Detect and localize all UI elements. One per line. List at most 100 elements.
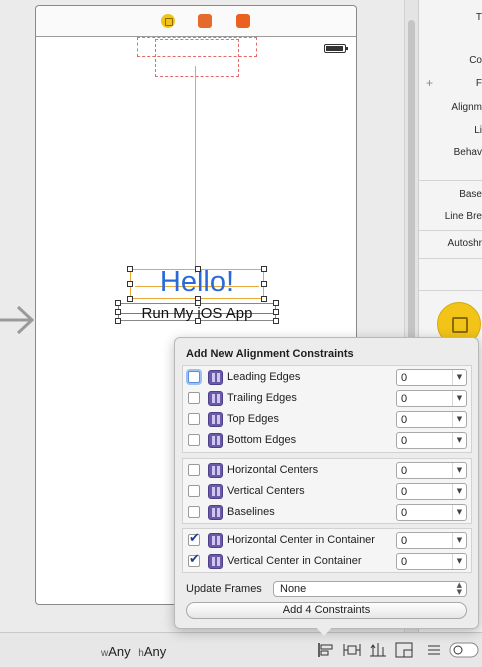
chevron-down-icon[interactable]: ▼ xyxy=(452,484,466,499)
view-controller-icon[interactable] xyxy=(161,14,175,28)
exit-icon[interactable] xyxy=(236,14,250,28)
misplaced-frame-outline xyxy=(155,39,239,77)
top-edges-value-combo[interactable]: 0 ▼ xyxy=(396,411,467,428)
combo-value: 0 xyxy=(401,507,408,519)
trailing-edges-value-combo[interactable]: 0 ▼ xyxy=(396,390,467,407)
vertical-center-in-container-value-combo[interactable]: 0 ▼ xyxy=(396,553,467,570)
baselines-checkbox[interactable] xyxy=(188,506,200,518)
resize-handle[interactable] xyxy=(261,266,267,272)
divider xyxy=(419,180,482,181)
resize-handle[interactable] xyxy=(261,281,267,287)
bottom-edges-row[interactable]: Bottom Edges 0 ▼ xyxy=(183,430,473,451)
horizontal-center-in-container-value-combo[interactable]: 0 ▼ xyxy=(396,532,467,549)
list-view-icon[interactable] xyxy=(425,642,443,658)
add-variation-icon[interactable]: + xyxy=(426,76,433,90)
horizontal-centers-checkbox[interactable] xyxy=(188,464,200,476)
leading-edges-row[interactable]: Leading Edges 0 ▼ xyxy=(183,367,473,388)
bottom-edges-checkbox[interactable] xyxy=(188,434,200,446)
top-edges-row[interactable]: Top Edges 0 ▼ xyxy=(183,409,473,430)
edges-group: Leading Edges 0 ▼ Trailing Edges 0 ▼ Top E… xyxy=(182,365,472,453)
resize-handle[interactable] xyxy=(273,300,279,306)
resize-handle[interactable] xyxy=(127,296,133,302)
vertical-center-in-container-row[interactable]: Vertical Center in Container 0▼ xyxy=(183,551,473,572)
horizontal-center-in-container-checkbox[interactable] xyxy=(188,531,200,546)
alignment-constraints-popover: Add New Alignment Constraints Leading Ed… xyxy=(174,337,479,629)
height-size-class: Any xyxy=(143,644,167,659)
popover-pointer xyxy=(315,626,333,636)
chevron-down-icon[interactable]: ▼ xyxy=(452,554,466,569)
hello-label[interactable]: Hello! xyxy=(127,266,267,302)
first-responder-icon[interactable] xyxy=(198,14,212,28)
trailing-edges-row[interactable]: Trailing Edges 0 ▼ xyxy=(183,388,473,409)
leading-edges-checkbox[interactable] xyxy=(188,371,200,383)
vertical-centers-row[interactable]: Vertical Centers 0 ▼ xyxy=(183,481,473,502)
updown-arrows-icon: ▲ ▼ xyxy=(456,581,462,596)
resize-handle[interactable] xyxy=(195,300,201,306)
trailing-edges-checkbox[interactable] xyxy=(188,392,200,404)
resize-handle[interactable] xyxy=(115,309,121,315)
resize-handle[interactable] xyxy=(127,266,133,272)
popover-title: Add New Alignment Constraints xyxy=(186,348,354,360)
bottom-edges-label: Bottom Edges xyxy=(227,434,297,446)
combo-value: 0 xyxy=(401,535,408,547)
vertical-centers-label: Vertical Centers xyxy=(227,485,305,497)
bottom-toolbar: wAny hAny xyxy=(0,632,482,667)
horizontal-center-in-container-icon xyxy=(208,533,223,548)
trailing-edges-icon xyxy=(208,391,223,406)
top-edges-icon xyxy=(208,412,223,427)
resize-handle[interactable] xyxy=(115,300,121,306)
divider xyxy=(419,258,482,259)
update-frames-select[interactable]: None ▲ ▼ xyxy=(273,581,467,597)
add-constraints-button[interactable]: Add 4 Constraints xyxy=(186,602,467,619)
chevron-down-icon[interactable]: ▼ xyxy=(452,463,466,478)
baselines-row[interactable]: Baselines 0 ▼ xyxy=(183,502,473,523)
resize-handle[interactable] xyxy=(273,309,279,315)
container-group: Horizontal Center in Container 0▼ Vertic… xyxy=(182,528,472,573)
horizontal-center-in-container-row[interactable]: Horizontal Center in Container 0▼ xyxy=(183,530,473,551)
vertical-centers-checkbox[interactable] xyxy=(188,485,200,497)
run-app-label[interactable]: Run My iOS App xyxy=(115,300,279,324)
horizontal-centers-row[interactable]: Horizontal Centers 0 ▼ xyxy=(183,460,473,481)
chevron-down-icon[interactable]: ▼ xyxy=(452,370,466,385)
bottom-edges-value-combo[interactable]: 0 ▼ xyxy=(396,432,467,449)
inspector-label: F xyxy=(475,78,482,89)
divider xyxy=(419,230,482,231)
resize-handle[interactable] xyxy=(195,318,201,324)
filter-icon[interactable] xyxy=(449,642,479,658)
top-edges-checkbox[interactable] xyxy=(188,413,200,425)
size-class-control[interactable]: wAny hAny xyxy=(101,644,166,659)
resolve-issues-icon[interactable] xyxy=(369,642,387,658)
resize-handle[interactable] xyxy=(261,296,267,302)
pin-icon[interactable] xyxy=(343,642,361,658)
combo-value: 0 xyxy=(401,414,408,426)
horizontal-centers-icon xyxy=(208,463,223,478)
resizing-behavior-icon[interactable] xyxy=(395,642,413,658)
chevron-down-icon[interactable]: ▼ xyxy=(452,505,466,520)
baselines-value-combo[interactable]: 0 ▼ xyxy=(396,504,467,521)
vertical-center-in-container-icon xyxy=(208,554,223,569)
trailing-edges-label: Trailing Edges xyxy=(227,392,297,404)
chevron-down-icon[interactable]: ▼ xyxy=(452,412,466,427)
width-size-class: Any xyxy=(108,644,131,659)
baselines-icon xyxy=(208,505,223,520)
entry-point-arrow-icon xyxy=(0,305,34,335)
chevron-down-icon[interactable]: ▼ xyxy=(452,533,466,548)
battery-icon xyxy=(324,44,348,53)
align-icon[interactable] xyxy=(317,642,335,658)
chevron-down-icon[interactable]: ▼ xyxy=(452,391,466,406)
bottom-edges-icon xyxy=(208,433,223,448)
chevron-down-icon[interactable]: ▼ xyxy=(452,433,466,448)
horizontal-centers-label: Horizontal Centers xyxy=(227,464,319,476)
vertical-centers-value-combo[interactable]: 0 ▼ xyxy=(396,483,467,500)
update-frames-value: None xyxy=(280,583,307,595)
horizontal-centers-value-combo[interactable]: 0 ▼ xyxy=(396,462,467,479)
leading-edges-label: Leading Edges xyxy=(227,371,301,383)
resize-handle[interactable] xyxy=(127,281,133,287)
vertical-center-in-container-checkbox[interactable] xyxy=(188,552,200,567)
leading-edges-value-combo[interactable]: 0 ▼ xyxy=(396,369,467,386)
vertical-centers-icon xyxy=(208,484,223,499)
resize-handle[interactable] xyxy=(115,318,121,324)
inspector-label: Autoshr xyxy=(447,238,482,249)
resize-handle[interactable] xyxy=(273,318,279,324)
resize-handle[interactable] xyxy=(195,266,201,272)
